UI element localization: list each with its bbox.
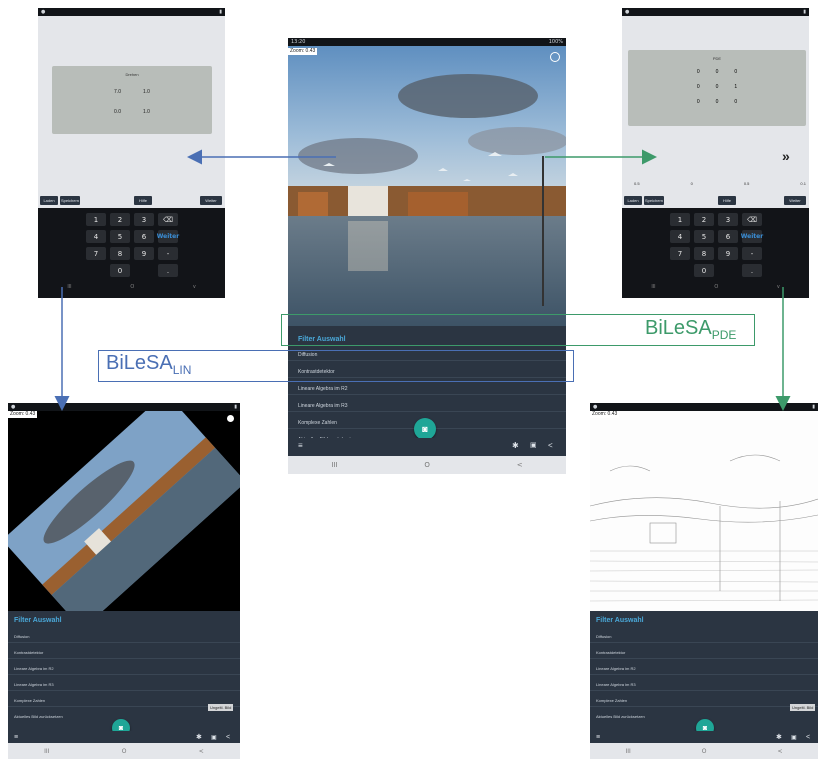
- connector-arrows: [54, 149, 791, 411]
